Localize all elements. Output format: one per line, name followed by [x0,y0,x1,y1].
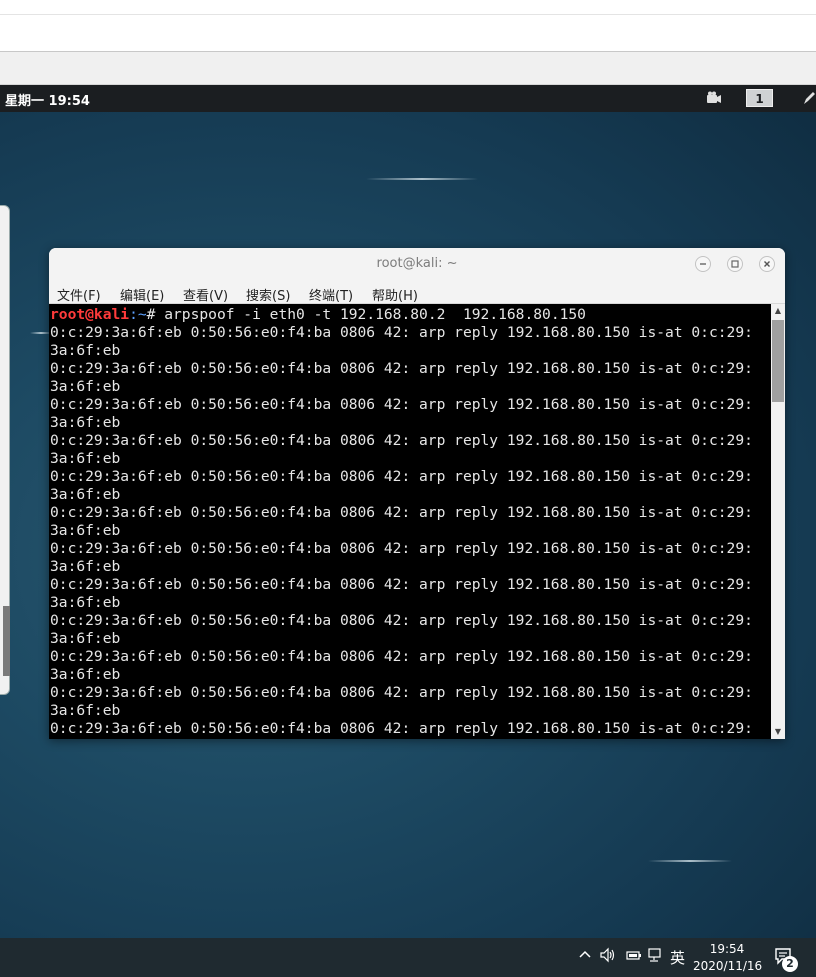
camera-icon[interactable] [706,91,722,109]
menu-help[interactable]: 帮助(H) [372,285,418,304]
output-line: 3a:6f:eb [50,702,121,719]
output-line: 0:c:29:3a:6f:eb 0:50:56:e0:f4:ba 0806 42… [50,684,753,701]
taskbar-time: 19:54 [709,942,745,956]
scroll-down-arrow-icon[interactable]: ▼ [771,725,785,739]
input-method-indicator[interactable]: 英 [670,947,685,968]
menu-search[interactable]: 搜索(S) [246,285,290,304]
host-tab-strip [0,52,816,85]
vm-display: 星期一 19:54 1 root@kali: ~ 文件(F) 编辑(E) 查看(… [0,85,816,938]
output-line: 0:c:29:3a:6f:eb 0:50:56:e0:f4:ba 0806 42… [50,324,753,341]
network-icon[interactable] [647,947,665,967]
output-line: 3a:6f:eb [50,414,121,431]
host-toolbar [0,15,816,52]
prompt-symbol: # [146,306,165,323]
menu-edit[interactable]: 编辑(E) [120,285,164,304]
output-line: 3a:6f:eb [50,450,121,467]
output-line: 3a:6f:eb [50,594,121,611]
terminal-menubar: 文件(F) 编辑(E) 查看(V) 搜索(S) 终端(T) 帮助(H) [49,280,785,304]
volume-icon[interactable] [599,947,617,967]
close-button[interactable] [759,256,775,272]
windows-taskbar: 英 19:54 2020/11/16 2 [0,938,816,977]
terminal-titlebar[interactable]: root@kali: ~ [49,248,785,280]
output-line: 0:c:29:3a:6f:eb 0:50:56:e0:f4:ba 0806 42… [50,540,753,557]
minimize-icon [700,263,706,265]
maximize-button[interactable] [727,256,743,272]
menu-file[interactable]: 文件(F) [57,285,101,304]
scroll-up-arrow-icon[interactable]: ▲ [771,304,785,318]
minimize-button[interactable] [695,256,711,272]
output-line: 3a:6f:eb [50,630,121,647]
output-line: 0:c:29:3a:6f:eb 0:50:56:e0:f4:ba 0806 42… [50,504,753,521]
output-line: 3a:6f:eb [50,666,121,683]
output-lines: 0:c:29:3a:6f:eb 0:50:56:e0:f4:ba 0806 42… [50,324,771,738]
workspace-indicator[interactable]: 1 [746,89,773,107]
battery-icon[interactable] [624,948,642,966]
gnome-top-bar: 星期一 19:54 1 [0,85,816,112]
notification-count-badge: 2 [782,956,798,972]
output-line: 3a:6f:eb [50,558,121,575]
prompt-path: :~ [129,306,147,323]
output-line: 3a:6f:eb [50,522,121,539]
output-line: 0:c:29:3a:6f:eb 0:50:56:e0:f4:ba 0806 42… [50,720,753,737]
pen-icon[interactable] [802,90,816,110]
desktop-light-streak [648,860,732,862]
top-bar-clock[interactable]: 星期一 19:54 [5,90,90,109]
output-line: 3a:6f:eb [50,378,121,395]
host-window-top [0,0,816,15]
taskbar-date: 2020/11/16 [693,959,763,973]
output-line: 0:c:29:3a:6f:eb 0:50:56:e0:f4:ba 0806 42… [50,648,753,665]
output-line: 3a:6f:eb [50,486,121,503]
background-window-scrollbar [3,606,10,676]
output-line: 0:c:29:3a:6f:eb 0:50:56:e0:f4:ba 0806 42… [50,360,753,377]
command-text: arpspoof -i eth0 -t 192.168.80.2 192.168… [164,306,586,323]
scrollbar-thumb[interactable] [772,320,784,402]
command-line: root@kali:~# arpspoof -i eth0 -t 192.168… [50,306,771,324]
menu-view[interactable]: 查看(V) [183,285,228,304]
show-hidden-icons-icon[interactable] [578,947,592,965]
output-line: 0:c:29:3a:6f:eb 0:50:56:e0:f4:ba 0806 42… [50,576,753,593]
terminal-output[interactable]: root@kali:~# arpspoof -i eth0 -t 192.168… [49,304,771,739]
menu-terminal[interactable]: 终端(T) [309,285,353,304]
taskbar-clock[interactable]: 19:54 2020/11/16 [693,941,763,975]
terminal-scrollbar[interactable]: ▲ ▼ [771,304,785,739]
terminal-window[interactable]: root@kali: ~ 文件(F) 编辑(E) 查看(V) 搜索(S) 终端(… [49,248,785,739]
background-window-edge[interactable] [0,205,10,695]
output-line: 0:c:29:3a:6f:eb 0:50:56:e0:f4:ba 0806 42… [50,432,753,449]
output-line: 0:c:29:3a:6f:eb 0:50:56:e0:f4:ba 0806 42… [50,468,753,485]
close-icon [764,261,770,267]
output-line: 3a:6f:eb [50,342,121,359]
prompt-user: root@kali [50,306,130,323]
maximize-icon [731,260,739,268]
desktop-light-streak [366,178,478,180]
output-line: 0:c:29:3a:6f:eb 0:50:56:e0:f4:ba 0806 42… [50,612,753,629]
window-title: root@kali: ~ [376,256,458,271]
output-line: 0:c:29:3a:6f:eb 0:50:56:e0:f4:ba 0806 42… [50,396,753,413]
